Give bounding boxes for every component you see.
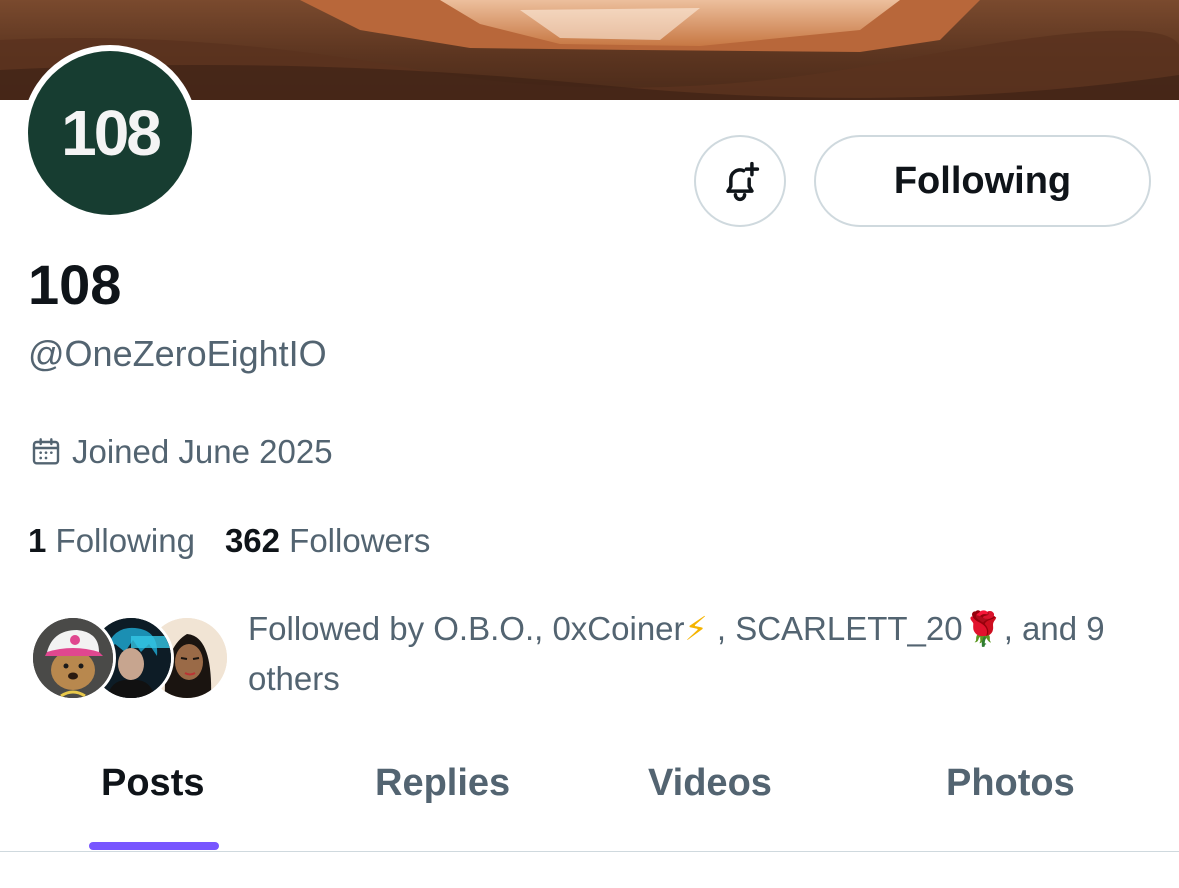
joined-date: Joined June 2025 [30,433,333,471]
rose-emoji: 🌹 [962,610,1004,647]
followers-count: 362 [224,522,280,559]
tab-replies[interactable]: Replies [375,762,510,805]
followers-you-know-facepile[interactable] [30,615,230,701]
follow-stats: 1 Following 362 Followers [28,522,430,560]
user-handle: @OneZeroEightIO [28,333,327,374]
display-name: 108 [28,253,122,316]
followed-by-prefix: Followed by O.B.O., 0xCoiner [248,610,685,647]
following-count: 1 [28,522,47,559]
notifications-button[interactable] [694,135,786,227]
followers-link[interactable]: 362 Followers [225,522,430,560]
lightning-emoji: ⚡ [684,610,708,647]
following-label: Following [55,522,195,559]
tab-posts[interactable]: Posts [101,762,204,805]
active-tab-indicator [89,842,219,850]
avatar-obo [30,615,116,701]
following-button[interactable]: Following [814,135,1151,227]
followed-by-middle: , SCARLETT_20 [707,610,963,647]
tab-videos[interactable]: Videos [648,762,772,805]
followed-by-text[interactable]: Followed by O.B.O., 0xCoiner⚡ , SCARLETT… [248,604,1148,704]
avatar[interactable]: 108 [28,51,192,215]
calendar-icon [32,438,60,465]
tab-photos[interactable]: Photos [946,762,1075,805]
profile-tabs: Posts Replies Videos Photos [0,740,1179,852]
avatar-logo-text: 108 [61,97,162,169]
followers-label: Followers [289,522,431,559]
bell-plus-icon [726,161,760,202]
following-link[interactable]: 1 Following [28,522,195,560]
joined-label: Joined June 2025 [72,433,333,470]
